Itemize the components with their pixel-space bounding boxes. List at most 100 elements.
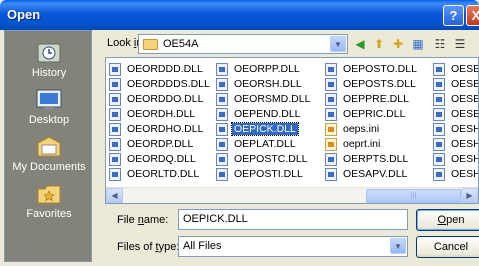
- dll-file-icon: [216, 123, 228, 136]
- place-my-documents[interactable]: My Documents: [5, 135, 93, 173]
- file-item[interactable]: OESELO: [433, 62, 478, 77]
- file-item[interactable]: OEORDDDS.DLL: [109, 77, 212, 92]
- new-folder-icon[interactable]: ✚: [389, 35, 407, 53]
- file-item-label: OESELC: [451, 93, 478, 105]
- file-type-value: All Files: [183, 240, 222, 252]
- file-item-label: OEPLAT.DLL: [234, 138, 296, 150]
- dll-file-icon: [325, 78, 337, 91]
- file-item-label: OESELS: [451, 108, 478, 120]
- file-item-label: OESELO: [451, 63, 478, 75]
- file-type-combo[interactable]: All Files ▼: [178, 236, 408, 257]
- file-item-label: oeps.ini: [343, 123, 380, 135]
- file-item[interactable]: OEORDH.DLL: [109, 107, 212, 122]
- scroll-thumb[interactable]: |||: [366, 189, 461, 203]
- file-item-label: OEPOSTS.DLL: [343, 78, 416, 90]
- file-item[interactable]: OEORDQ.DLL: [109, 152, 212, 167]
- file-item[interactable]: OEORSMD.DLL: [216, 92, 312, 107]
- file-name-input[interactable]: OEPICK.DLL: [178, 209, 408, 230]
- file-item-label: OEORDHO.DLL: [127, 123, 204, 135]
- place-favorites[interactable]: Favorites: [5, 182, 93, 220]
- close-button[interactable]: X: [466, 5, 479, 26]
- help-button[interactable]: ?: [443, 5, 464, 26]
- dll-file-icon: [433, 153, 445, 166]
- place-history[interactable]: History: [5, 41, 93, 79]
- title-bar[interactable]: Open ? X: [0, 0, 479, 30]
- cancel-button[interactable]: Cancel: [416, 236, 479, 258]
- file-item-label: OEPOSTI.DLL: [234, 168, 303, 180]
- chevron-down-icon[interactable]: ▼: [390, 238, 406, 254]
- dll-file-icon: [325, 153, 337, 166]
- file-item[interactable]: OESHC: [433, 137, 478, 152]
- look-in-value: OE54A: [163, 38, 199, 50]
- file-item[interactable]: OESHO: [433, 167, 478, 182]
- file-item[interactable]: OEPPRE.DLL: [325, 92, 419, 107]
- back-icon[interactable]: ◀: [351, 35, 369, 53]
- file-item[interactable]: OEORDHO.DLL: [109, 122, 212, 137]
- places-bar: History Desktop My Documents Favorites: [4, 30, 92, 262]
- file-item-label: OEPICK.DLL: [231, 122, 299, 136]
- dll-file-icon: [109, 93, 121, 106]
- file-item-label: OEORLTD.DLL: [127, 168, 200, 180]
- file-item[interactable]: OEPRIC.DLL: [325, 107, 419, 122]
- file-item-label: OESELI: [451, 78, 478, 90]
- file-item[interactable]: OEPICK.DLL: [216, 122, 312, 137]
- dll-file-icon: [216, 168, 228, 181]
- details-view-icon[interactable]: ☰: [451, 35, 469, 53]
- file-item-label: OEPRIC.DLL: [343, 108, 406, 120]
- file-item-label: OEORSMD.DLL: [234, 93, 311, 105]
- file-item-label: OEORDH.DLL: [127, 108, 196, 120]
- dll-file-icon: [216, 93, 228, 106]
- file-item[interactable]: oeprt.ini: [325, 137, 419, 152]
- file-name-label: File name:: [117, 214, 168, 226]
- file-item-label: oeprt.ini: [343, 138, 381, 150]
- file-item[interactable]: OEPOSTS.DLL: [325, 77, 419, 92]
- ini-file-icon: [325, 138, 337, 151]
- file-item[interactable]: OEPLAT.DLL: [216, 137, 312, 152]
- history-icon: [37, 43, 61, 63]
- folder-icon: [143, 39, 158, 50]
- file-item-label: OESAPV.DLL: [343, 168, 408, 180]
- file-item[interactable]: OESELS: [433, 107, 478, 122]
- dll-file-icon: [109, 153, 121, 166]
- dll-file-icon: [433, 78, 445, 91]
- scroll-right-icon[interactable]: ▶: [461, 188, 478, 203]
- file-name-label-prefix: File: [117, 214, 138, 226]
- dll-file-icon: [216, 63, 228, 76]
- chevron-down-icon[interactable]: ▼: [330, 36, 346, 52]
- file-item[interactable]: OEPOSTI.DLL: [216, 167, 312, 182]
- scroll-left-icon[interactable]: ◀: [106, 188, 123, 203]
- file-item[interactable]: OEORDDO.DLL: [109, 92, 212, 107]
- file-item-label: OEORDP.DLL: [127, 138, 194, 150]
- file-item[interactable]: oeps.ini: [325, 122, 419, 137]
- file-item[interactable]: OEPOSTO.DLL: [325, 62, 419, 77]
- horizontal-scrollbar[interactable]: ◀ ||| ▶: [106, 187, 478, 203]
- list-view-icon[interactable]: ☷: [431, 35, 449, 53]
- file-item[interactable]: OESHC: [433, 122, 478, 137]
- file-item[interactable]: OEPEND.DLL: [216, 107, 312, 122]
- file-item[interactable]: OESAPV.DLL: [325, 167, 419, 182]
- views-icon[interactable]: ▦: [409, 35, 427, 53]
- file-item[interactable]: OERPTS.DLL: [325, 152, 419, 167]
- look-in-combo[interactable]: OE54A ▼: [138, 34, 348, 54]
- file-item[interactable]: OEORPP.DLL: [216, 62, 312, 77]
- open-button[interactable]: Open: [416, 209, 479, 231]
- file-column-2: OEORPP.DLL OEORSH.DLL OEORSMD.DLL OEPEND.DL…: [216, 62, 312, 182]
- place-my-documents-label: My Documents: [12, 161, 86, 173]
- place-desktop-label: Desktop: [28, 114, 70, 126]
- file-item[interactable]: OESHC: [433, 152, 478, 167]
- up-folder-icon[interactable]: ⬆: [370, 35, 388, 53]
- file-item[interactable]: OEORSH.DLL: [216, 77, 312, 92]
- file-item[interactable]: OESELC: [433, 92, 478, 107]
- file-item[interactable]: OESELI: [433, 77, 478, 92]
- file-item[interactable]: OEORLTD.DLL: [109, 167, 212, 182]
- place-desktop[interactable]: Desktop: [5, 88, 93, 126]
- file-item[interactable]: OEORDDD.DLL: [109, 62, 212, 77]
- window-title: Open: [7, 7, 41, 22]
- file-item[interactable]: OEORDP.DLL: [109, 137, 212, 152]
- file-list[interactable]: OEORDDD.DLL OEORDDDS.DLL OEORDDO.DLL OEORDH…: [105, 57, 479, 204]
- file-item-label: OEORDDDS.DLL: [127, 78, 210, 90]
- file-item[interactable]: OEPOSTC.DLL: [216, 152, 312, 167]
- file-item-label: OESHC: [451, 153, 478, 165]
- file-type-label-prefix: Files of: [117, 241, 156, 253]
- dll-file-icon: [109, 78, 121, 91]
